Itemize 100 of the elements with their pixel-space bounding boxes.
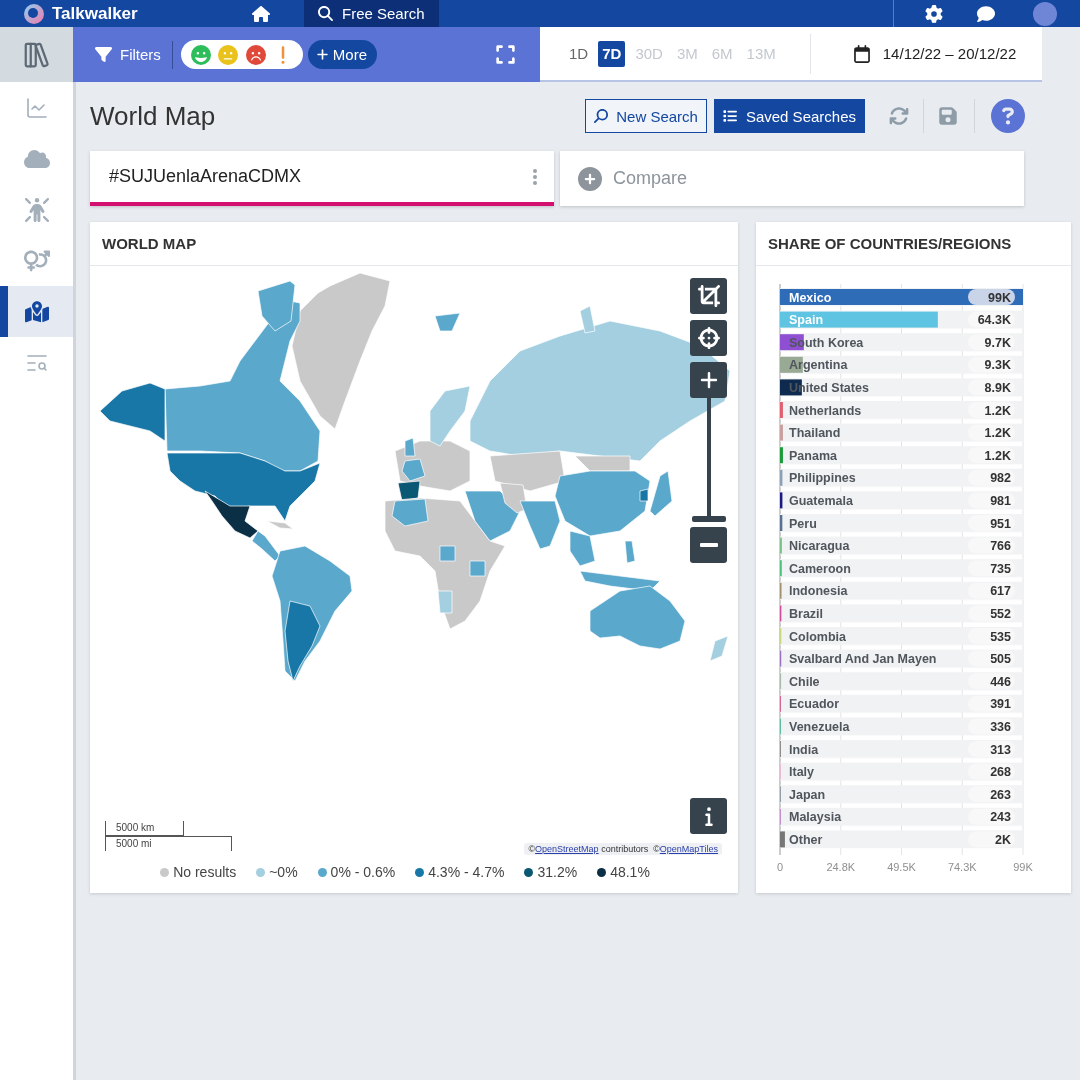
scale-bar: 5000 mi [105, 836, 232, 851]
category-label: Panama [789, 448, 837, 463]
category-label: Japan [789, 787, 826, 802]
legend-label: 0% - 0.6% [330, 864, 396, 880]
search-icon [594, 109, 609, 123]
brand-name: Talkwalker [52, 3, 138, 24]
category-label: Guatemala [789, 493, 853, 508]
refresh-button[interactable] [889, 106, 909, 126]
axis-tick-label: 24.8K [826, 861, 856, 873]
date-range-button[interactable]: 14/12/22 – 20/12/22 [852, 44, 1017, 63]
category-label: Chile [789, 674, 820, 689]
library-button[interactable] [0, 27, 73, 82]
home-button[interactable] [252, 4, 270, 23]
category-label: Other [789, 832, 823, 847]
kebab-menu-button[interactable] [533, 168, 537, 185]
attribution-link[interactable]: OpenMapTiles [659, 844, 718, 854]
locate-button[interactable] [690, 320, 727, 356]
plus-icon [698, 370, 719, 390]
map-icon [24, 299, 49, 324]
query-tab[interactable]: #SUJUenlaArenaCDMX [90, 151, 554, 206]
card-title: SHARE OF COUNTRIES/REGIONS [756, 222, 1071, 266]
fullscreen-icon [495, 44, 516, 65]
info-button[interactable] [690, 798, 727, 834]
user-avatar[interactable] [1033, 1, 1057, 26]
scale-bar: 5000 km [105, 821, 184, 836]
crosshair-icon [697, 327, 720, 349]
country-shape [624, 540, 636, 564]
axis-tick-label: 99K [1013, 861, 1033, 873]
category-label: Netherlands [789, 403, 862, 418]
search-icon [318, 6, 333, 21]
kebab-menu-icon [533, 168, 537, 185]
chat-button[interactable] [977, 4, 995, 23]
minus-icon [699, 543, 718, 547]
zoom-slider-thumb[interactable] [691, 516, 726, 522]
save-icon [938, 106, 958, 126]
map-attribution: ©OpenStreetMap contributors ©OpenMapTiles [524, 843, 722, 855]
attribution-link[interactable]: OpenStreetMap [535, 844, 599, 854]
list-icon [722, 109, 737, 123]
country-shape [434, 312, 461, 332]
category-label: Colombia [789, 629, 846, 644]
category-label: Venezuela [789, 719, 850, 734]
plus-icon [315, 48, 329, 61]
settings-button[interactable] [925, 4, 943, 23]
save-button[interactable] [938, 106, 958, 126]
country-shape [709, 635, 729, 662]
time-range-option[interactable]: 1D [565, 40, 593, 67]
happy-face-icon[interactable] [190, 44, 211, 65]
value-label: 735 [968, 560, 1015, 577]
value-label: 99K [968, 289, 1015, 305]
help-button[interactable] [991, 99, 1025, 133]
settings-icon [925, 4, 943, 23]
value-label: 1.2K [968, 447, 1015, 464]
calendar-icon [852, 44, 871, 63]
fullscreen-button[interactable] [495, 44, 516, 65]
new-search-button[interactable]: New Search [585, 99, 707, 133]
axis-tick-label: 74.3K [947, 861, 977, 873]
category-label: Nicaragua [789, 539, 850, 554]
legend-label: 4.3% - 4.7% [428, 864, 505, 880]
sidebar-item[interactable] [0, 286, 73, 337]
legend-label: ~0% [269, 864, 298, 880]
value-label: 313 [968, 741, 1015, 757]
sad-face-icon[interactable] [245, 44, 266, 65]
refresh-icon [889, 106, 909, 126]
legend-label: 48.1% [610, 864, 650, 880]
more-button[interactable]: More [307, 40, 378, 69]
help-icon [991, 99, 1025, 133]
value-label: 9.7K [968, 334, 1015, 351]
filters-button[interactable]: Filters [95, 46, 161, 63]
axis-tick-label: 49.5K [887, 861, 916, 873]
value-label: 1.2K [968, 402, 1015, 418]
value-label: 535 [968, 628, 1015, 644]
saved-searches-button[interactable]: Saved Searches [713, 99, 865, 133]
axis-tick-label: 0 [776, 861, 784, 873]
person-rays-icon [24, 197, 49, 222]
category-label: Italy [789, 765, 814, 780]
card-title: WORLD MAP [90, 222, 738, 266]
category-label: Brazil [789, 606, 824, 621]
value-label: 951 [968, 515, 1015, 531]
crop-button[interactable] [690, 278, 727, 314]
category-label: Malaysia [789, 810, 842, 825]
page-title: World Map [90, 100, 216, 132]
category-label: Indonesia [789, 584, 848, 599]
category-label: Ecuador [789, 697, 839, 712]
value-label: 263 [968, 786, 1015, 803]
time-range-option[interactable]: 7D [598, 40, 626, 67]
category-label: Svalbard And Jan Mayen [789, 652, 937, 667]
category-label: Peru [789, 516, 817, 531]
home-icon [252, 4, 270, 23]
crop-icon [697, 285, 720, 307]
category-label: Mexico [789, 290, 832, 305]
legend-label: No results [173, 864, 237, 880]
legend-label: 31.2% [537, 864, 578, 880]
filter-icon [95, 46, 112, 63]
chat-bubble-icon [977, 4, 995, 23]
zoom-out-button[interactable] [690, 527, 727, 563]
category-label: Philippines [789, 471, 856, 486]
category-label: Thailand [789, 426, 841, 441]
zoom-in-button[interactable] [690, 362, 727, 398]
category-label: India [789, 742, 819, 757]
free-search-button[interactable]: Free Search [304, 0, 439, 27]
